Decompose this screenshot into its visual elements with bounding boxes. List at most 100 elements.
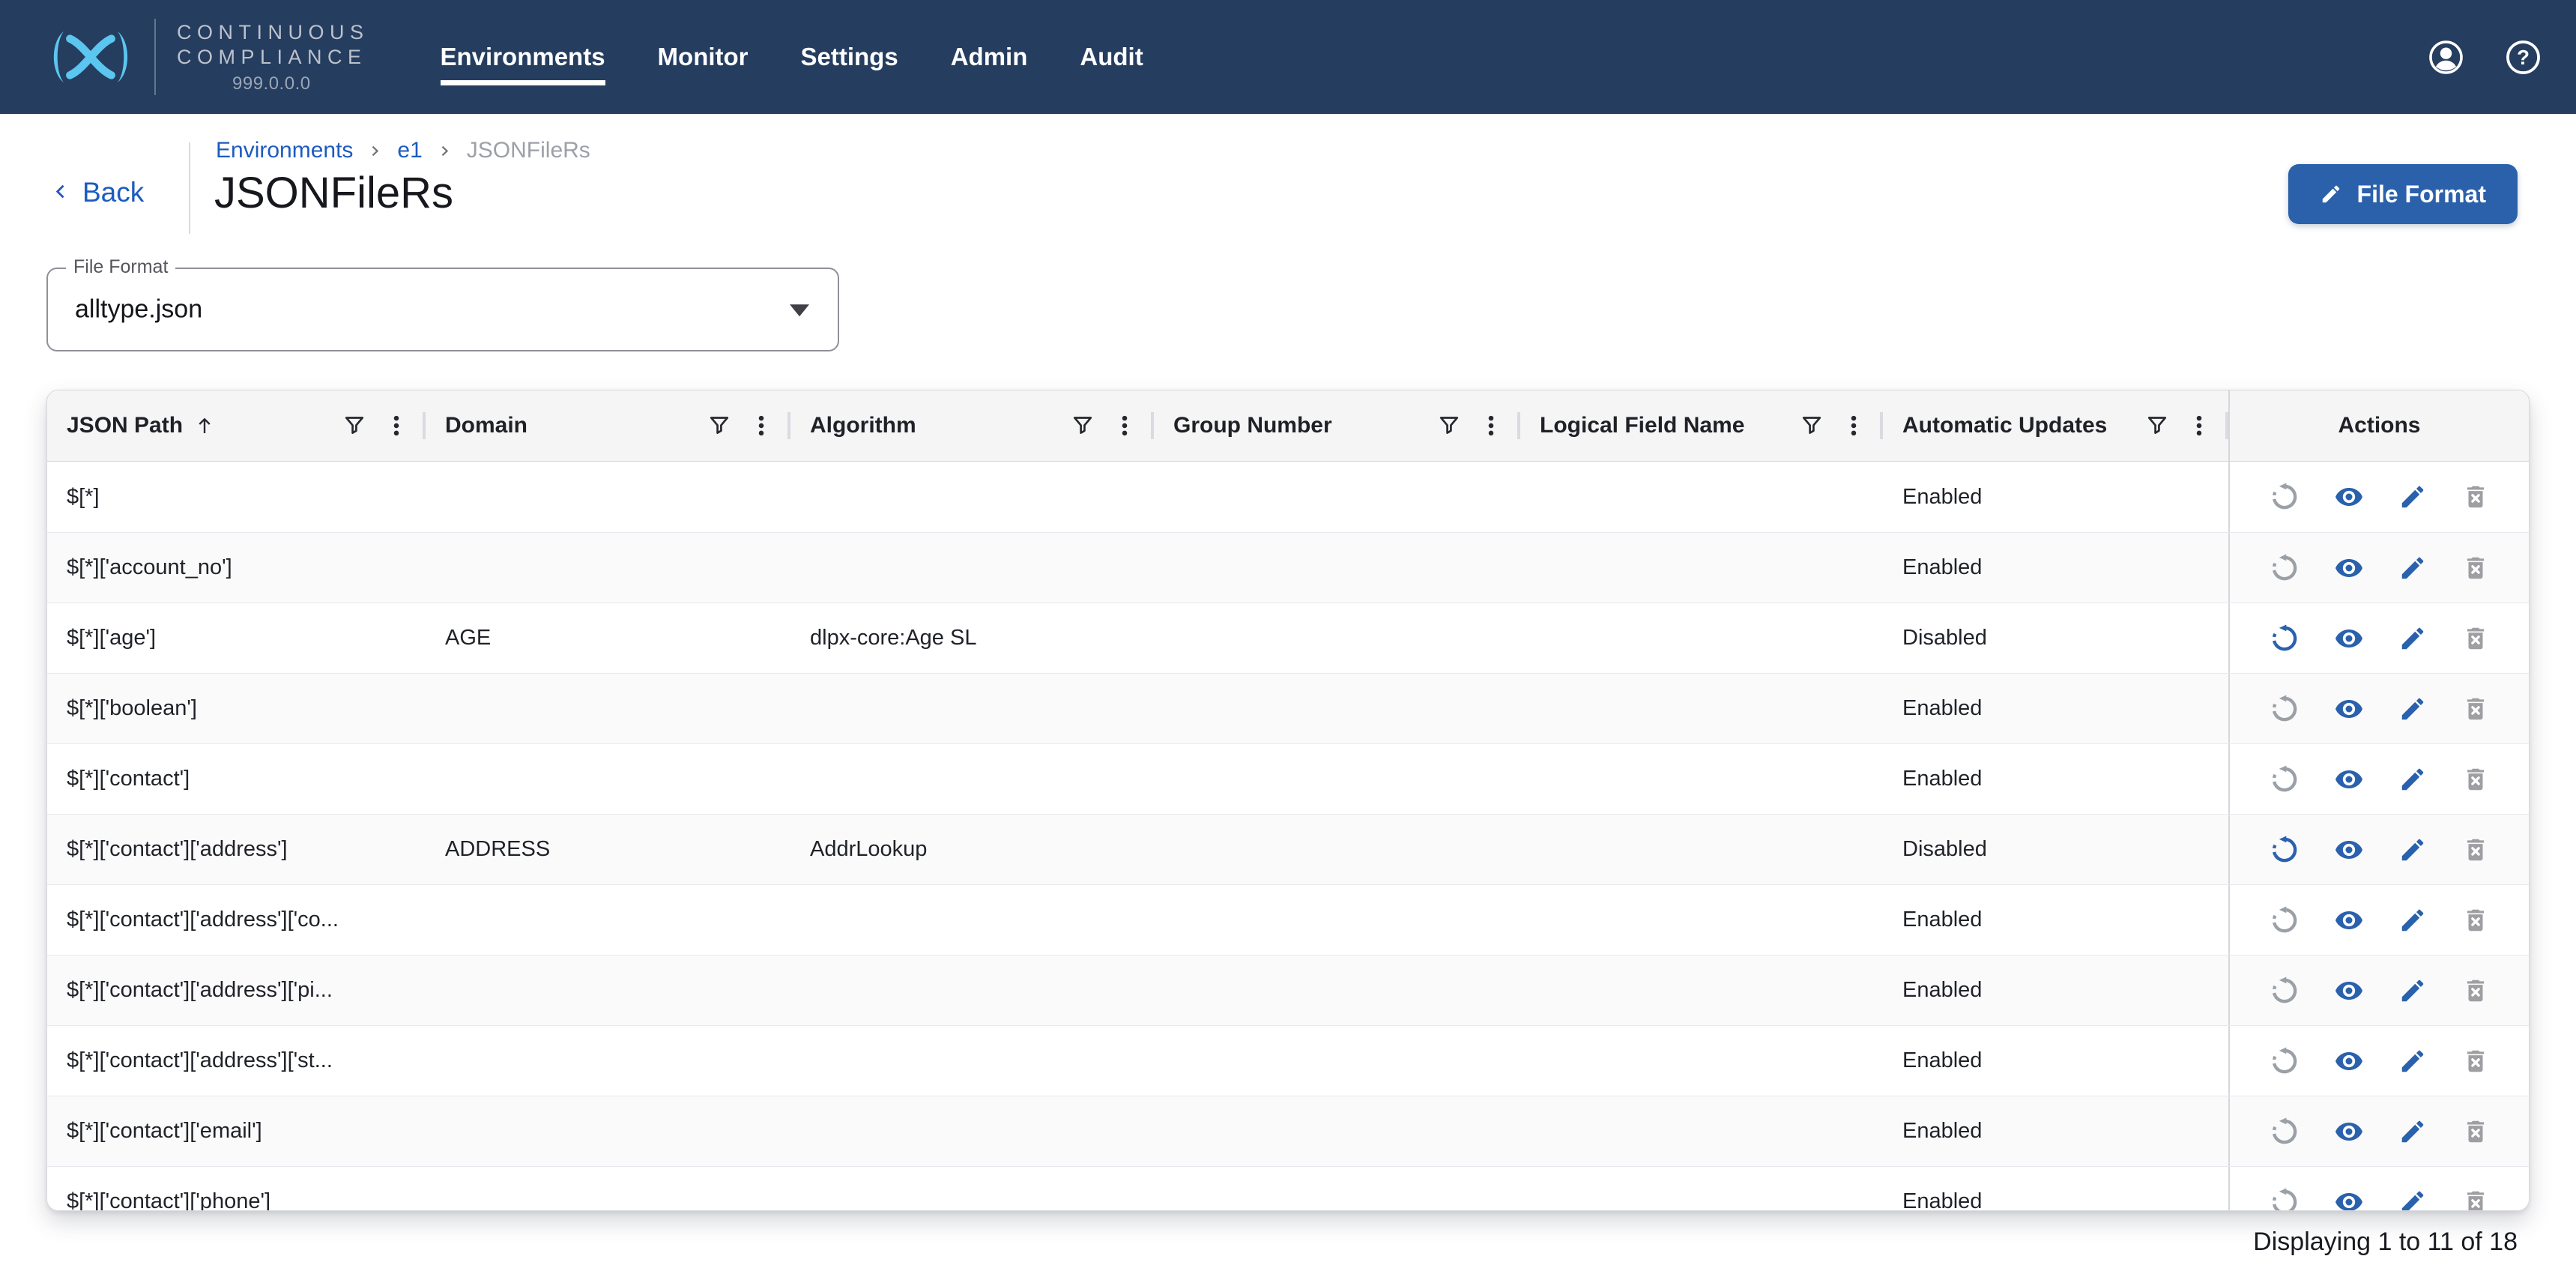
filter-icon[interactable] [1070, 413, 1095, 438]
cell-automatic-updates: Enabled [1883, 462, 2228, 532]
cell-automatic-updates: Disabled [1883, 815, 2228, 884]
edit-pencil-icon[interactable] [2398, 483, 2427, 511]
column-header-automatic-updates[interactable]: Automatic Updates [1883, 390, 2228, 461]
delete-trash-icon[interactable] [2461, 1047, 2490, 1075]
edit-pencil-icon[interactable] [2398, 624, 2427, 653]
column-label: Actions [2338, 413, 2420, 438]
column-header-domain[interactable]: Domain [426, 390, 790, 461]
column-menu-icon[interactable] [384, 413, 409, 438]
delete-trash-icon[interactable] [2461, 483, 2490, 511]
cell-json-path: $[*]['contact']['address']['pi... [47, 956, 426, 1025]
delphix-logo-icon[interactable] [46, 28, 135, 86]
edit-pencil-icon[interactable] [2398, 976, 2427, 1005]
column-header-json-path[interactable]: JSON Path [47, 390, 426, 461]
sort-ascending-icon[interactable] [193, 414, 216, 437]
cell-domain [426, 1026, 790, 1096]
filter-icon[interactable] [1436, 413, 1462, 438]
restore-icon[interactable] [2270, 764, 2300, 794]
help-icon[interactable]: ? [2503, 37, 2543, 77]
view-eye-icon[interactable] [2334, 694, 2364, 724]
cell-logical-field-name [1520, 885, 1883, 955]
restore-icon[interactable] [2270, 482, 2300, 512]
cell-domain [426, 744, 790, 814]
view-eye-icon[interactable] [2334, 1117, 2364, 1147]
edit-pencil-icon[interactable] [2398, 1117, 2427, 1146]
breadcrumb-current: JSONFileRs [467, 138, 590, 163]
cell-logical-field-name [1520, 1026, 1883, 1096]
view-eye-icon[interactable] [2334, 553, 2364, 583]
column-header-logical-field-name[interactable]: Logical Field Name [1520, 390, 1883, 461]
edit-pencil-icon[interactable] [2398, 1188, 2427, 1212]
delete-trash-icon[interactable] [2461, 695, 2490, 723]
restore-icon[interactable] [2270, 905, 2300, 935]
edit-pencil-icon[interactable] [2398, 695, 2427, 723]
restore-icon[interactable] [2270, 624, 2300, 653]
view-eye-icon[interactable] [2334, 905, 2364, 935]
view-eye-icon[interactable] [2334, 976, 2364, 1006]
restore-icon[interactable] [2270, 553, 2300, 583]
view-eye-icon[interactable] [2334, 482, 2364, 512]
edit-pencil-icon[interactable] [2398, 906, 2427, 935]
restore-icon[interactable] [2270, 976, 2300, 1006]
delete-trash-icon[interactable] [2461, 1117, 2490, 1146]
cell-domain [426, 1096, 790, 1166]
nav-item-environments[interactable]: Environments [441, 43, 605, 71]
view-eye-icon[interactable] [2334, 764, 2364, 794]
cell-json-path: $[*]['contact']['address']['co... [47, 885, 426, 955]
filter-icon[interactable] [342, 413, 367, 438]
column-menu-icon[interactable] [1478, 413, 1504, 438]
delete-trash-icon[interactable] [2461, 554, 2490, 582]
breadcrumb-e1[interactable]: e1 [397, 138, 422, 163]
edit-pencil-icon[interactable] [2398, 1047, 2427, 1075]
delete-trash-icon[interactable] [2461, 765, 2490, 794]
cell-group-number [1154, 1167, 1520, 1211]
column-label: JSON Path [67, 413, 183, 438]
column-menu-icon[interactable] [2186, 413, 2212, 438]
cell-algorithm [790, 1026, 1154, 1096]
delete-trash-icon[interactable] [2461, 836, 2490, 864]
back-button[interactable]: Back [48, 177, 144, 208]
delete-trash-icon[interactable] [2461, 976, 2490, 1005]
table-row: $[*] Enabled [47, 462, 2529, 532]
delete-trash-icon[interactable] [2461, 624, 2490, 653]
view-eye-icon[interactable] [2334, 1187, 2364, 1212]
view-eye-icon[interactable] [2334, 835, 2364, 865]
cell-domain [426, 533, 790, 603]
column-menu-icon[interactable] [1841, 413, 1866, 438]
column-header-algorithm[interactable]: Algorithm [790, 390, 1154, 461]
edit-pencil-icon[interactable] [2398, 836, 2427, 864]
table-row: $[*]['age'] AGE dlpx-core:Age SL Disable… [47, 603, 2529, 673]
restore-icon[interactable] [2270, 1117, 2300, 1147]
filter-icon[interactable] [2144, 413, 2170, 438]
edit-pencil-icon[interactable] [2398, 554, 2427, 582]
nav-item-monitor[interactable]: Monitor [658, 43, 749, 71]
cell-json-path: $[*] [47, 462, 426, 532]
view-eye-icon[interactable] [2334, 624, 2364, 653]
column-header-group-number[interactable]: Group Number [1154, 390, 1520, 461]
column-menu-icon[interactable] [749, 413, 774, 438]
file-format-button[interactable]: File Format [2288, 164, 2518, 224]
edit-pencil-icon[interactable] [2398, 765, 2427, 794]
table-row: $[*]['contact']['phone'] Enabled [47, 1166, 2529, 1211]
chevron-right-icon [435, 141, 455, 161]
delete-trash-icon[interactable] [2461, 1188, 2490, 1212]
filter-icon[interactable] [1799, 413, 1824, 438]
restore-icon[interactable] [2270, 1046, 2300, 1076]
file-format-select[interactable]: File Format alltype.json [46, 268, 839, 351]
breadcrumb-environments[interactable]: Environments [216, 138, 353, 163]
nav-item-admin[interactable]: Admin [951, 43, 1028, 71]
nav-item-settings[interactable]: Settings [801, 43, 898, 71]
restore-icon[interactable] [2270, 694, 2300, 724]
filter-icon[interactable] [707, 413, 732, 438]
restore-icon[interactable] [2270, 835, 2300, 865]
table-row: $[*]['contact']['address']['pi... Enable… [47, 955, 2529, 1025]
user-account-icon[interactable] [2426, 37, 2466, 77]
view-eye-icon[interactable] [2334, 1046, 2364, 1076]
cell-actions [2228, 1026, 2529, 1096]
column-menu-icon[interactable] [1112, 413, 1137, 438]
cell-logical-field-name [1520, 744, 1883, 814]
cell-algorithm [790, 462, 1154, 532]
restore-icon[interactable] [2270, 1187, 2300, 1212]
delete-trash-icon[interactable] [2461, 906, 2490, 935]
nav-item-audit[interactable]: Audit [1080, 43, 1143, 71]
